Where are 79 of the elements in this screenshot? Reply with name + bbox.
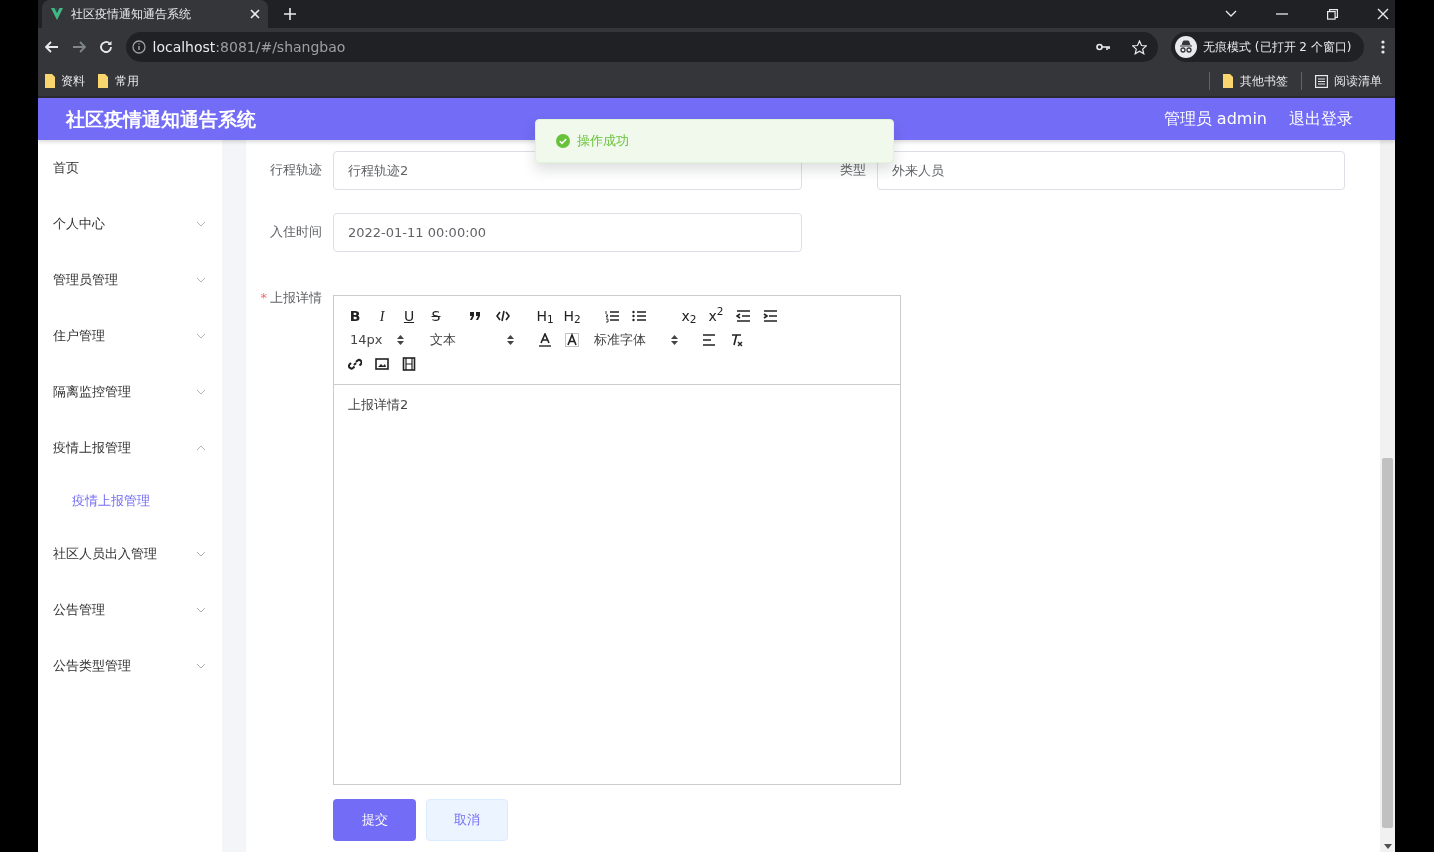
input-field[interactable]: 外来人员 — [877, 151, 1345, 190]
outdent-icon[interactable] — [736, 309, 750, 323]
folder-icon — [1223, 74, 1233, 88]
reading-list-icon — [1314, 74, 1328, 88]
cancel-button[interactable]: 取消 — [426, 799, 508, 841]
field-label: * 上报详情 — [259, 291, 323, 307]
folder-icon — [98, 74, 108, 88]
folder-icon — [44, 74, 55, 88]
format-button[interactable]: B — [342, 304, 368, 328]
sidebar-item[interactable]: 住户管理 — [38, 308, 222, 364]
incognito-icon — [1174, 36, 1197, 58]
restore-icon[interactable] — [1326, 8, 1338, 20]
select-box[interactable]: 文本 — [422, 328, 532, 352]
select-box[interactable]: 标准字体 — [586, 328, 696, 352]
user-name: 管理员 admin — [1163, 108, 1267, 130]
minimize-icon[interactable] — [1275, 13, 1288, 15]
scrollbar-thumb[interactable] — [1382, 458, 1393, 828]
format-button[interactable]: I — [369, 304, 395, 328]
bookmark[interactable]: 资料 — [44, 72, 85, 90]
select-box[interactable]: 14px — [342, 328, 422, 352]
field-label: 入住时间 — [269, 225, 323, 240]
link-icon[interactable] — [348, 357, 362, 371]
format-button[interactable]: x$_{2}$ — [676, 304, 702, 328]
submenu-item[interactable]: 疫情上报管理 — [38, 476, 222, 526]
video-icon[interactable] — [402, 357, 416, 371]
field-label: 类型 — [839, 163, 867, 178]
indent-icon[interactable] — [763, 309, 777, 323]
input-field[interactable]: 2022-01-11 00:00:00 — [333, 213, 802, 252]
sidebar-item[interactable]: 疫情上报管理 — [38, 420, 222, 476]
field-label: 行程轨迹 — [269, 163, 323, 178]
format-button[interactable]: x$^{2}$ — [703, 304, 729, 328]
sidebar-item[interactable]: 管理员管理 — [38, 252, 222, 308]
format-button[interactable]: S — [423, 304, 449, 328]
browser-tab[interactable]: 社区疫情通知通告系统 — [42, 0, 268, 28]
clear-format-icon[interactable] — [729, 333, 743, 347]
close-icon[interactable] — [250, 9, 260, 19]
close-icon[interactable] — [1376, 8, 1389, 20]
check-icon — [556, 134, 570, 148]
sidebar-item[interactable]: 个人中心 — [38, 196, 222, 252]
app-title: 社区疫情通知通告系统 — [64, 106, 256, 132]
menu-icon[interactable] — [1380, 40, 1385, 54]
editor-text[interactable]: 上报详情2 — [334, 385, 900, 784]
logout-link[interactable]: 退出登录 — [1289, 107, 1353, 131]
sidebar-item[interactable]: 社区人员出入管理 — [38, 526, 222, 582]
background-color-icon[interactable] — [565, 333, 579, 347]
align-icon[interactable] — [702, 333, 716, 347]
key-icon[interactable] — [1095, 43, 1110, 51]
bookmark[interactable]: 常用 — [98, 72, 139, 90]
bullet-list-icon[interactable] — [632, 309, 646, 323]
tab-title: 社区疫情通知通告系统 — [70, 6, 192, 23]
sidebar-item[interactable]: 公告管理 — [38, 582, 222, 638]
image-icon[interactable] — [375, 357, 389, 371]
forward-icon[interactable] — [71, 41, 86, 53]
star-icon[interactable] — [1132, 39, 1148, 55]
info-icon[interactable] — [132, 40, 146, 54]
sort-arrows-icon — [507, 335, 514, 345]
new-tab-icon[interactable] — [284, 8, 296, 20]
code-icon[interactable] — [496, 309, 510, 323]
ordered-list-icon[interactable] — [605, 309, 619, 323]
scroll-down-icon[interactable] — [1383, 844, 1392, 849]
sidebar-item[interactable]: 首页 — [38, 140, 222, 196]
sort-arrows-icon — [671, 335, 678, 345]
back-icon[interactable] — [44, 41, 59, 53]
submit-button[interactable]: 提交 — [333, 799, 416, 841]
format-button[interactable]: H$_{2}$ — [559, 304, 585, 328]
font-color-icon[interactable] — [538, 333, 552, 347]
format-button[interactable]: U — [396, 304, 422, 328]
reload-icon[interactable] — [98, 40, 113, 54]
quote-icon[interactable] — [469, 309, 483, 323]
bookmark[interactable]: 其他书签 — [1223, 72, 1288, 90]
success-toast: 操作成功 — [535, 119, 894, 163]
sidebar-item[interactable]: 公告类型管理 — [38, 638, 222, 694]
tab-search-icon[interactable] — [1224, 10, 1237, 18]
vue-logo-icon — [50, 7, 64, 21]
sort-arrows-icon — [397, 335, 404, 345]
reading-list-button[interactable]: 阅读清单 — [1314, 72, 1382, 90]
incognito-button[interactable]: 无痕模式 (已打开 2 个窗口) — [1170, 32, 1364, 62]
sidebar-item[interactable]: 隔离监控管理 — [38, 364, 222, 420]
format-button[interactable]: H$_{1}$ — [532, 304, 558, 328]
